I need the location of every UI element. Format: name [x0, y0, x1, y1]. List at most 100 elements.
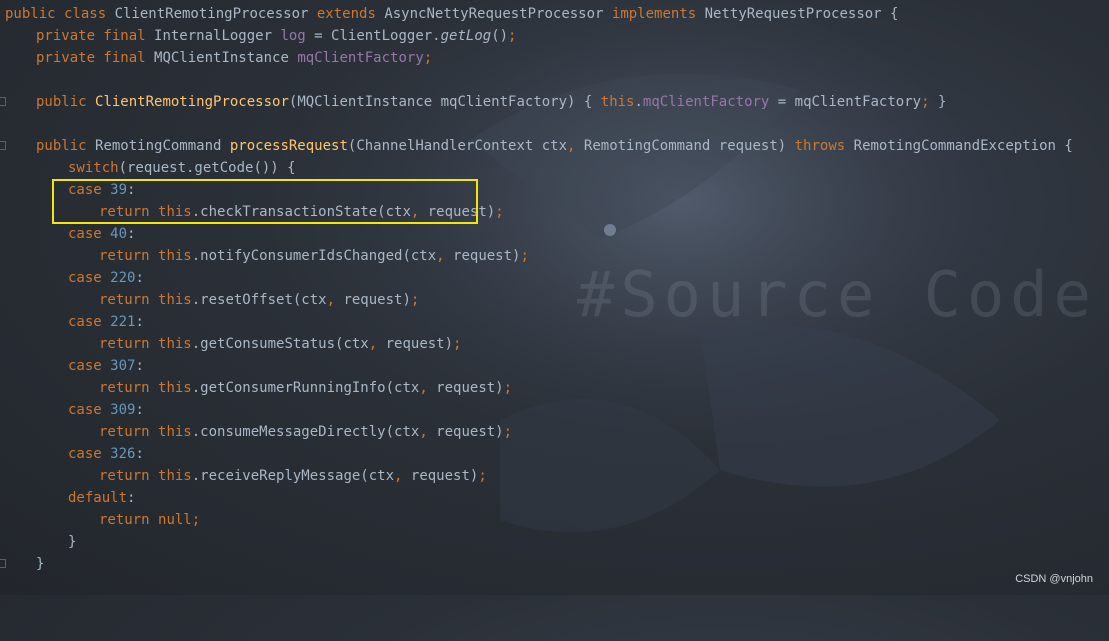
semicolon: ;: [503, 380, 513, 396]
highlight-box: [52, 179, 478, 224]
source-code-watermark: #Source Code: [577, 258, 1097, 331]
code-text: :: [135, 358, 144, 374]
semicolon: ;: [495, 204, 504, 220]
method-call: .notifyConsumerIdsChanged(ctx: [191, 248, 437, 264]
keyword: return: [99, 292, 159, 308]
keyword: this: [158, 248, 192, 264]
code-text: .: [634, 94, 643, 110]
semicolon: ;: [478, 468, 487, 484]
semicolon: ;: [410, 292, 420, 308]
code-text: request): [385, 336, 454, 352]
code-line-close-method: }: [0, 553, 44, 575]
semicolon: ;: [520, 248, 529, 264]
code-line-return: return this.receiveReplyMessage(ctx, req…: [0, 465, 487, 487]
semicolon: ;: [453, 336, 462, 352]
code-editor[interactable]: public class ClientRemotingProcessor ext…: [0, 3, 1073, 575]
code-text: NettyRequestProcessor {: [704, 6, 899, 22]
keyword: return: [99, 248, 159, 264]
method-call: .receiveReplyMessage(ctx: [191, 468, 395, 484]
keyword: this: [158, 380, 192, 396]
keyword: public: [36, 138, 96, 154]
code-line-return-null: return null;: [0, 509, 200, 531]
switch-cases: case 39: return this.checkTransactionStat…: [0, 179, 529, 487]
code-text: :: [135, 314, 144, 330]
code-line-close-switch: }: [0, 531, 76, 553]
closing-brace: }: [36, 556, 45, 572]
code-text: request): [453, 248, 521, 264]
semicolon: ;: [921, 94, 930, 110]
code-line-case: case 39:: [0, 179, 135, 201]
code-text: request): [436, 380, 504, 396]
code-text: :: [127, 490, 136, 506]
fold-icon[interactable]: [0, 97, 6, 106]
comma: ,: [567, 138, 584, 154]
code-text: request): [410, 468, 479, 484]
keyword: this: [158, 292, 192, 308]
code-line-return: return this.getConsumerRunningInfo(ctx, …: [0, 377, 512, 399]
keyword: public: [36, 94, 96, 110]
code-text: :: [127, 226, 136, 242]
field-name: mqClientFactory: [642, 94, 770, 110]
keyword: private final: [36, 50, 155, 66]
code-line-case: case 326:: [0, 443, 144, 465]
code-text: AsyncNettyRequestProcessor: [384, 6, 612, 22]
code-line-case: case 221:: [0, 311, 144, 333]
keyword: null: [158, 512, 192, 528]
code-text: :: [135, 446, 144, 462]
comma: ,: [394, 468, 411, 484]
case-number: 309: [110, 402, 136, 418]
keyword: implements: [611, 6, 705, 22]
keyword: this: [158, 468, 192, 484]
keyword: public class: [5, 6, 115, 22]
fold-icon[interactable]: [0, 141, 6, 150]
keyword: switch: [68, 160, 119, 176]
keyword: this: [158, 336, 192, 352]
code-text: RemotingCommandException {: [853, 138, 1073, 154]
code-text: request): [436, 424, 504, 440]
keyword: extends: [316, 6, 385, 22]
case-number: 220: [110, 270, 136, 286]
semicolon: ;: [423, 50, 433, 66]
code-line-case: case 309:: [0, 399, 144, 421]
comma: ,: [419, 380, 437, 396]
code-line-return: return this.notifyConsumerIdsChanged(ctx…: [0, 245, 529, 267]
code-text: (): [491, 28, 509, 44]
code-text: InternalLogger: [154, 28, 281, 44]
keyword: case: [68, 358, 111, 374]
keyword: private final: [36, 28, 155, 44]
field-name: mqClientFactory: [297, 50, 424, 66]
code-line-case: case 220:: [0, 267, 144, 289]
code-text: = mqClientFactory: [769, 94, 922, 110]
code-line-logger-field: private final InternalLogger log = Clien…: [0, 25, 516, 47]
case-number: 221: [110, 314, 136, 330]
keyword: case: [68, 446, 111, 462]
keyword: return: [99, 424, 159, 440]
code-line-switch: switch(request.getCode()) {: [0, 157, 296, 179]
code-line-process-request: public RemotingCommand processRequest(Ch…: [0, 135, 1073, 157]
fold-icon[interactable]: [0, 559, 6, 568]
code-line-return: return this.checkTransactionState(ctx, r…: [0, 201, 504, 223]
keyword: this: [158, 424, 192, 440]
field-name: log: [280, 28, 306, 44]
code-text: request): [343, 292, 411, 308]
code-line-factory-field: private final MQClientInstance mqClientF…: [0, 47, 432, 69]
code-text: MQClientInstance: [154, 50, 298, 66]
method-call: .getConsumerRunningInfo(ctx: [191, 380, 420, 396]
closing-brace: }: [68, 534, 77, 550]
code-line-case: case 40:: [0, 223, 135, 245]
keyword: default: [68, 490, 128, 506]
keyword: return: [99, 380, 159, 396]
semicolon: ;: [503, 424, 513, 440]
case-number: 40: [110, 226, 128, 242]
code-line-return: return this.consumeMessageDirectly(ctx, …: [0, 421, 512, 443]
comma: ,: [436, 248, 454, 264]
method-declaration: ClientRemotingProcessor: [95, 94, 289, 110]
keyword: this: [600, 94, 635, 110]
semicolon: ;: [191, 512, 201, 528]
csdn-credit: CSDN @vnjohn: [1015, 573, 1093, 585]
comma: ,: [368, 336, 386, 352]
code-text: RemotingCommand: [95, 138, 230, 154]
code-text: RemotingCommand request): [583, 138, 795, 154]
code-line-class-declaration: public class ClientRemotingProcessor ext…: [0, 3, 898, 25]
